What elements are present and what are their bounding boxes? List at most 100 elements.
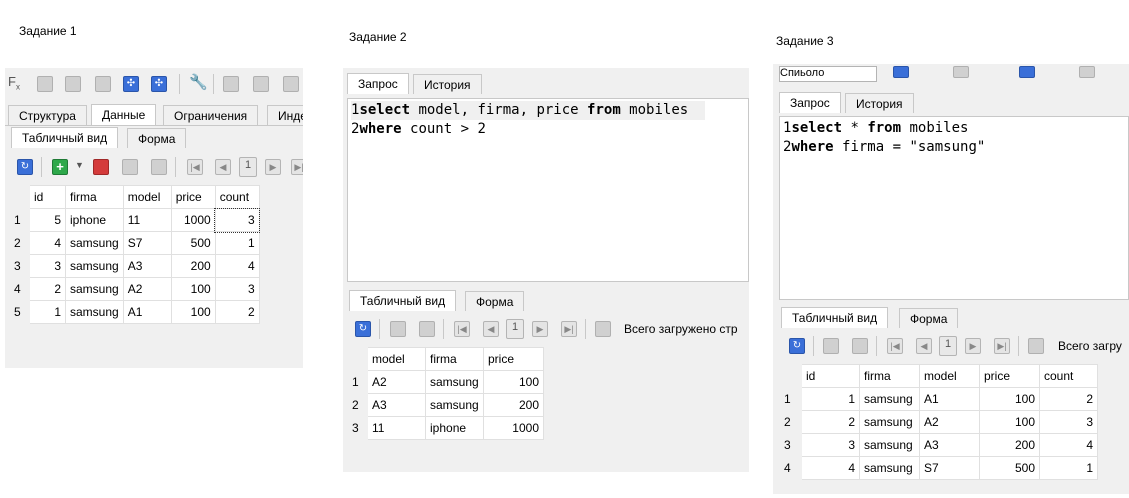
cell-id[interactable]: 1 bbox=[801, 387, 860, 411]
cell-count[interactable]: 3 bbox=[1039, 410, 1098, 434]
prev-page-icon[interactable]: ◀ bbox=[916, 338, 932, 354]
prev-page-icon[interactable]: ◀ bbox=[215, 159, 231, 175]
column-header[interactable]: price bbox=[483, 347, 544, 371]
page-number[interactable]: 1 bbox=[939, 336, 957, 356]
cell-model[interactable]: S7 bbox=[122, 231, 172, 255]
next-page-icon[interactable]: ▶ bbox=[532, 321, 548, 337]
cell-id[interactable]: 2 bbox=[801, 410, 860, 434]
column-header[interactable]: price bbox=[979, 364, 1040, 388]
sql-editor[interactable]: 1select model, firma, price from mobiles… bbox=[347, 98, 749, 282]
refresh-icon[interactable]: ↻ bbox=[17, 159, 33, 175]
subtab-form[interactable]: Форма bbox=[465, 291, 525, 311]
cell-firma[interactable]: iphone bbox=[425, 416, 484, 440]
page-number[interactable]: 1 bbox=[506, 319, 524, 339]
toolbar-icon[interactable] bbox=[1079, 66, 1095, 78]
cell-model[interactable]: A1 bbox=[122, 300, 172, 324]
cell-id[interactable]: 1 bbox=[29, 300, 66, 324]
column-header[interactable]: model bbox=[122, 185, 172, 209]
table-row[interactable]: 3 11 iphone 1000 bbox=[349, 416, 544, 440]
chevron-down-icon[interactable]: ▼ bbox=[75, 160, 84, 170]
view-icon[interactable] bbox=[37, 76, 53, 92]
cell-count[interactable]: 1 bbox=[214, 231, 260, 255]
cell-model[interactable]: 11 bbox=[122, 208, 172, 232]
commit-icon[interactable] bbox=[823, 338, 839, 354]
tab-indexes[interactable]: Инде bbox=[267, 105, 303, 125]
cell-price[interactable]: 1000 bbox=[483, 416, 544, 440]
rollback-icon[interactable] bbox=[151, 159, 167, 175]
column-header[interactable]: price bbox=[170, 185, 216, 209]
cell-price[interactable]: 500 bbox=[979, 456, 1040, 480]
cell-count[interactable]: 4 bbox=[1039, 433, 1098, 457]
cell-count[interactable]: 1 bbox=[1039, 456, 1098, 480]
index-icon[interactable] bbox=[65, 76, 81, 92]
column-header[interactable]: id bbox=[801, 364, 860, 388]
cell-count[interactable]: 4 bbox=[214, 254, 260, 278]
refresh-icon[interactable]: ↻ bbox=[789, 338, 805, 354]
columns-icon[interactable] bbox=[253, 76, 269, 92]
cell-price[interactable]: 1000 bbox=[170, 208, 216, 232]
table-row[interactable]: 2 2 samsung A2 100 3 bbox=[781, 410, 1098, 434]
page-number[interactable]: 1 bbox=[239, 157, 257, 177]
cell-firma[interactable]: samsung bbox=[425, 370, 484, 394]
table-row[interactable]: 1 5 iphone 11 1000 3 bbox=[11, 207, 261, 233]
cell-firma[interactable]: samsung bbox=[65, 231, 124, 255]
cell-model[interactable]: A2 bbox=[367, 370, 426, 394]
expand-icon[interactable]: ✣ bbox=[123, 76, 139, 92]
subtab-grid[interactable]: Табличный вид bbox=[11, 127, 119, 148]
tab-history[interactable]: История bbox=[845, 93, 914, 113]
delete-row-icon[interactable] bbox=[93, 159, 109, 175]
print-icon[interactable] bbox=[595, 321, 611, 337]
last-page-icon[interactable]: ▶| bbox=[561, 321, 577, 337]
subtab-form[interactable]: Форма bbox=[899, 308, 959, 328]
cell-price[interactable]: 100 bbox=[170, 300, 216, 324]
cell-firma[interactable]: samsung bbox=[859, 433, 920, 457]
first-page-icon[interactable]: |◀ bbox=[187, 159, 203, 175]
cell-model[interactable]: A1 bbox=[919, 387, 980, 411]
add-row-icon[interactable]: + bbox=[52, 159, 68, 175]
tab-structure[interactable]: Структура bbox=[8, 105, 87, 125]
cell-count[interactable]: 3 bbox=[214, 207, 261, 233]
column-header[interactable]: firma bbox=[859, 364, 920, 388]
cell-id[interactable]: 5 bbox=[29, 208, 66, 232]
cell-price[interactable]: 200 bbox=[979, 433, 1040, 457]
rollback-icon[interactable] bbox=[852, 338, 868, 354]
schema-dropdown[interactable]: Спиьоло bbox=[779, 66, 877, 82]
tab-history[interactable]: История bbox=[413, 74, 482, 94]
cell-count[interactable]: 2 bbox=[1039, 387, 1098, 411]
cell-model[interactable]: A2 bbox=[122, 277, 172, 301]
prev-page-icon[interactable]: ◀ bbox=[483, 321, 499, 337]
subtab-grid[interactable]: Табличный вид bbox=[349, 290, 457, 311]
cell-firma[interactable]: samsung bbox=[65, 277, 124, 301]
toolbar-icon[interactable] bbox=[1019, 66, 1035, 78]
cell-model[interactable]: A3 bbox=[367, 393, 426, 417]
rows-icon[interactable] bbox=[283, 76, 299, 92]
cell-price[interactable]: 100 bbox=[979, 410, 1040, 434]
cell-firma[interactable]: samsung bbox=[425, 393, 484, 417]
cell-id[interactable]: 4 bbox=[801, 456, 860, 480]
tab-data[interactable]: Данные bbox=[91, 104, 157, 125]
table-row[interactable]: 4 2 samsung A2 100 3 bbox=[11, 277, 260, 301]
collapse-icon[interactable]: ✣ bbox=[151, 76, 167, 92]
cell-model[interactable]: S7 bbox=[919, 456, 980, 480]
column-header[interactable]: firma bbox=[425, 347, 484, 371]
table-row[interactable]: 2 A3 samsung 200 bbox=[349, 393, 544, 417]
cell-price[interactable]: 100 bbox=[170, 277, 216, 301]
next-page-icon[interactable]: ▶ bbox=[265, 159, 281, 175]
subtab-form[interactable]: Форма bbox=[127, 128, 187, 148]
refresh-icon[interactable]: ↻ bbox=[355, 321, 371, 337]
table-row[interactable]: 3 3 samsung A3 200 4 bbox=[11, 254, 260, 278]
sql-editor[interactable]: 1select * from mobiles 2where firma = "s… bbox=[779, 116, 1129, 300]
cell-id[interactable]: 2 bbox=[29, 277, 66, 301]
rollback-icon[interactable] bbox=[419, 321, 435, 337]
cell-price[interactable]: 100 bbox=[979, 387, 1040, 411]
column-header[interactable]: count bbox=[214, 185, 260, 209]
tab-query[interactable]: Запрос bbox=[347, 73, 409, 94]
cell-firma[interactable]: iphone bbox=[65, 208, 124, 232]
toolbar-icon[interactable] bbox=[893, 66, 909, 78]
cube-icon[interactable] bbox=[95, 76, 111, 92]
toolbar-icon[interactable] bbox=[953, 66, 969, 78]
cell-firma[interactable]: samsung bbox=[859, 410, 920, 434]
cell-firma[interactable]: samsung bbox=[859, 387, 920, 411]
cell-firma[interactable]: samsung bbox=[65, 254, 124, 278]
cell-model[interactable]: A3 bbox=[122, 254, 172, 278]
